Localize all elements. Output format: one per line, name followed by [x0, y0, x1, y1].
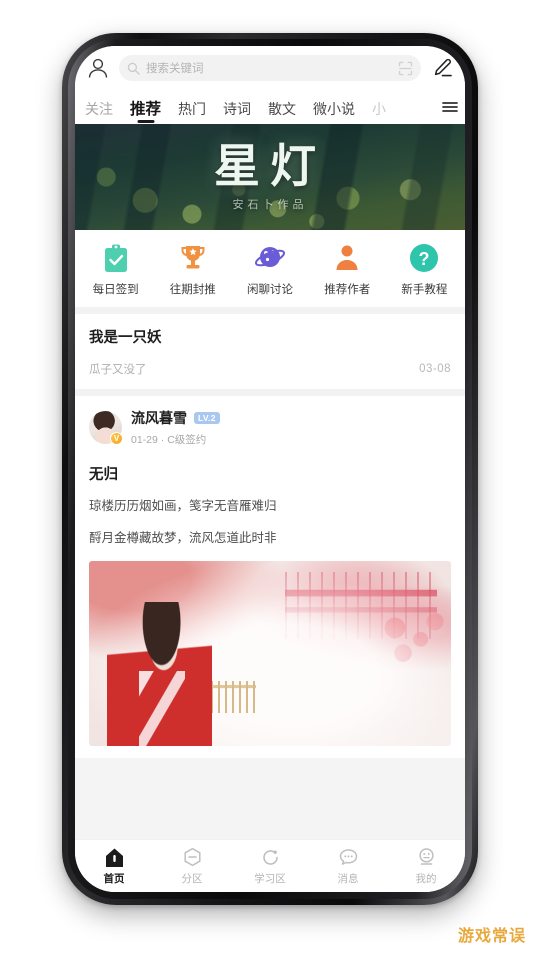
hamburger-menu-icon[interactable]: [441, 100, 459, 114]
quick-action-label: 新手教程: [401, 284, 448, 296]
post-date: 01-29: [131, 434, 158, 446]
tab-shici[interactable]: 诗词: [223, 90, 251, 124]
tab-weixiaoshuo[interactable]: 微小说: [313, 90, 355, 124]
search-placeholder-text: 搜索关键词: [146, 63, 204, 75]
planet-icon: [254, 242, 286, 274]
user-meta: 流风暮雪 LV.2 01-29 · C级签约: [131, 408, 220, 447]
feed-divider: [75, 389, 465, 396]
post-title: 无归: [89, 467, 118, 483]
tab-active-indicator: [137, 120, 154, 123]
feed-post-item-1[interactable]: 我是一只妖 瓜子又没了 03-08: [75, 314, 465, 389]
tab-sanwen[interactable]: 散文: [268, 90, 296, 124]
post-image[interactable]: [89, 561, 451, 746]
meta-separator: ·: [160, 434, 165, 446]
nav-item-messages[interactable]: 消息: [309, 847, 387, 886]
category-tab-bar: 关注 推荐 热门 诗词 散文 微小说 小: [75, 90, 465, 124]
user-name-row: 流风暮雪 LV.2: [131, 408, 220, 428]
person-filled-icon: [331, 242, 363, 274]
pencil-edit-icon[interactable]: [431, 57, 453, 79]
face-icon: [416, 847, 437, 868]
verified-badge: V: [110, 432, 123, 445]
hexagon-icon: [182, 847, 203, 868]
banner-title: 星灯: [214, 141, 326, 192]
phone-screen: 搜索关键词 关注 推荐 热门 诗词 散文 微小说 小 星灯 安石卜作品 每日签到…: [75, 46, 465, 892]
nav-label: 首页: [103, 872, 125, 885]
post-body-line-2: 酹月金樽藏故梦，流风怎道此时非: [89, 530, 277, 545]
feed-post-item-2[interactable]: V 流风暮雪 LV.2 01-29 · C级签约 无归 琼楼历历烟如画，笺字无音…: [75, 396, 465, 758]
quick-action-past-features[interactable]: 往期封推: [154, 242, 231, 297]
quick-action-label: 每日签到: [92, 284, 139, 296]
quick-action-label: 推荐作者: [324, 284, 371, 296]
scan-icon[interactable]: [398, 61, 413, 76]
avatar[interactable]: V: [89, 411, 123, 445]
svg-text:?: ?: [419, 249, 430, 269]
tab-remen[interactable]: 热门: [178, 90, 206, 124]
trophy-icon: [177, 242, 209, 274]
nav-label: 消息: [337, 872, 359, 885]
search-icon: [127, 62, 140, 75]
quick-action-label: 闲聊讨论: [247, 284, 293, 296]
nav-label: 分区: [181, 872, 203, 885]
tab-partial-next[interactable]: 小: [372, 90, 386, 124]
nav-item-study[interactable]: 学习区: [231, 847, 309, 886]
post-meta: 瓜子又没了 03-08: [89, 361, 451, 377]
figure-art: [107, 601, 213, 746]
clipboard-check-icon: [100, 242, 132, 274]
tab-guanzhu[interactable]: 关注: [85, 90, 113, 124]
post-author: 瓜子又没了: [89, 364, 147, 376]
bottom-nav-bar: 首页 分区 学习区 消息 我的: [75, 839, 465, 892]
quick-actions-row: 每日签到 往期封推 闲聊讨论 推荐作者 ? 新手教程: [75, 230, 465, 307]
refresh-circle-icon: [260, 847, 281, 868]
post-title: 我是一只妖: [89, 330, 162, 346]
feed-divider: [75, 307, 465, 314]
post-user-header[interactable]: V 流风暮雪 LV.2 01-29 · C级签约: [89, 408, 451, 447]
watermark: 游戏常误: [457, 928, 526, 945]
quick-action-daily-signin[interactable]: 每日签到: [77, 242, 154, 297]
hero-banner[interactable]: 星灯 安石卜作品: [75, 124, 465, 230]
nav-item-home[interactable]: 首页: [75, 847, 153, 886]
question-circle-icon: ?: [408, 242, 440, 274]
nav-label: 我的: [415, 872, 437, 885]
tab-tuijian[interactable]: 推荐: [130, 90, 161, 124]
nav-item-sections[interactable]: 分区: [153, 847, 231, 886]
top-bar: 搜索关键词: [75, 46, 465, 90]
level-badge: LV.2: [194, 412, 220, 424]
nav-label: 学习区: [254, 872, 286, 885]
tabs-scroll-container[interactable]: 关注 推荐 热门 诗词 散文 微小说 小: [85, 90, 437, 124]
person-icon[interactable]: [85, 55, 111, 81]
post-subinfo: 01-29 · C级签约: [131, 432, 220, 447]
contract-level: C级签约: [167, 434, 207, 446]
chat-bubble-icon: [338, 847, 359, 868]
quick-action-label: 往期封推: [169, 284, 216, 296]
search-input[interactable]: 搜索关键词: [119, 55, 421, 81]
phone-frame: 搜索关键词 关注 推荐 热门 诗词 散文 微小说 小 星灯 安石卜作品 每日签到…: [62, 33, 478, 905]
user-name[interactable]: 流风暮雪: [131, 408, 187, 428]
post-body-line-1: 琼楼历历烟如画，笺字无音雁难归: [89, 499, 277, 513]
quick-action-beginner-guide[interactable]: ? 新手教程: [386, 242, 463, 297]
home-icon: [104, 847, 125, 868]
banner-subtitle: 安石卜作品: [232, 199, 308, 211]
post-date: 03-08: [419, 363, 451, 375]
quick-action-recommended-authors[interactable]: 推荐作者: [309, 242, 386, 297]
nav-item-mine[interactable]: 我的: [387, 847, 465, 886]
quick-action-chat-discussion[interactable]: 闲聊讨论: [231, 242, 308, 297]
